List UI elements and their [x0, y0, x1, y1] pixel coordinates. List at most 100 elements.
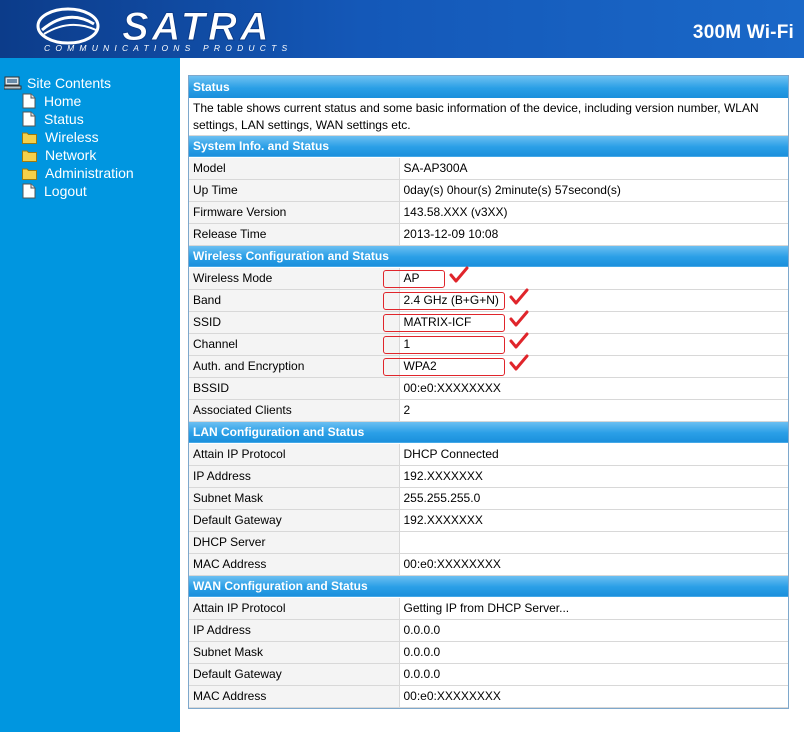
site-contents-label: Site Contents	[27, 75, 112, 91]
row-label: Attain IP Protocol	[189, 443, 400, 466]
section-header-lan: LAN Configuration and Status	[189, 421, 788, 444]
table-row: Auth. and Encryption WPA2	[189, 354, 788, 378]
table-row: Associated Clients 2	[189, 399, 788, 422]
table-row: BSSID 00:e0:XXXXXXXX	[189, 377, 788, 400]
sidebar-item-network[interactable]: Network	[22, 146, 96, 164]
row-value-marked: 2.4 GHz (B+G+N)	[382, 288, 788, 312]
site-contents-root[interactable]: Site Contents	[4, 74, 111, 92]
sidebar-item-home[interactable]: Home	[22, 92, 81, 110]
row-value-marked: 1	[382, 332, 788, 356]
checkmark-icon	[509, 310, 528, 326]
row-value: 0.0.0.0	[399, 619, 788, 642]
sidebar-item-label: Wireless	[45, 129, 99, 145]
section-header-wireless: Wireless Configuration and Status	[189, 245, 788, 268]
checkmark-icon	[509, 288, 528, 304]
table-row: Band 2.4 GHz (B+G+N)	[189, 288, 788, 312]
checkmark-icon	[509, 354, 528, 370]
row-label: Model	[189, 157, 400, 180]
status-description: The table shows current status and some …	[189, 98, 788, 136]
row-label: Firmware Version	[189, 201, 400, 224]
annotation-box	[382, 269, 445, 288]
row-value: DHCP Connected	[399, 443, 788, 466]
row-label: Attain IP Protocol	[189, 597, 400, 620]
sidebar-item-status[interactable]: Status	[22, 110, 84, 128]
row-value-marked: MATRIX-ICF	[382, 310, 788, 334]
row-label: Associated Clients	[189, 399, 400, 422]
table-row: Model SA-AP300A	[189, 157, 788, 180]
sidebar-item-label: Logout	[44, 183, 87, 199]
row-value	[399, 531, 788, 554]
row-label: Default Gateway	[189, 663, 400, 686]
computer-icon	[4, 76, 22, 90]
table-row: Attain IP Protocol Getting IP from DHCP …	[189, 597, 788, 620]
row-value: SA-AP300A	[399, 157, 788, 180]
table-row: Up Time 0day(s) 0hour(s) 2minute(s) 57se…	[189, 179, 788, 202]
section-header-wan: WAN Configuration and Status	[189, 575, 788, 598]
page-icon	[22, 111, 36, 127]
row-label: DHCP Server	[189, 531, 400, 554]
page-icon	[22, 183, 36, 199]
table-row: IP Address 192.XXXXXXX	[189, 465, 788, 488]
folder-icon	[22, 150, 37, 162]
row-value: 0day(s) 0hour(s) 2minute(s) 57second(s)	[399, 179, 788, 202]
row-label: IP Address	[189, 619, 400, 642]
folder-icon	[22, 132, 37, 144]
table-row: Release Time 2013-12-09 10:08	[189, 223, 788, 246]
product-title: 300M Wi-Fi	[692, 22, 794, 43]
satra-logo: SATRA COMMUNICATIONS PRODUCTS	[36, 5, 292, 53]
row-label: Subnet Mask	[189, 641, 400, 664]
table-row: MAC Address 00:e0:XXXXXXXX	[189, 685, 788, 708]
table-row: Subnet Mask 0.0.0.0	[189, 641, 788, 664]
sidebar-item-label: Home	[44, 93, 82, 109]
row-value: 00:e0:XXXXXXXX	[399, 685, 788, 708]
row-value: 2	[399, 399, 788, 422]
row-value: 00:e0:XXXXXXXX	[399, 377, 788, 400]
table-row: Default Gateway 0.0.0.0	[189, 663, 788, 686]
logo-tagline: COMMUNICATIONS PRODUCTS	[44, 43, 292, 53]
annotation-box	[382, 335, 505, 354]
table-row: DHCP Server	[189, 531, 788, 554]
row-label: BSSID	[189, 377, 400, 400]
row-value: 192.XXXXXXX	[399, 509, 788, 532]
sidebar-item-logout[interactable]: Logout	[22, 182, 87, 200]
row-label: Wireless Mode	[189, 267, 400, 290]
row-label: Up Time	[189, 179, 400, 202]
table-row: Attain IP Protocol DHCP Connected	[189, 443, 788, 466]
table-row: Channel 1	[189, 332, 788, 356]
table-row: Firmware Version 143.58.XXX (v3XX)	[189, 201, 788, 224]
row-label: MAC Address	[189, 553, 400, 576]
row-value: 192.XXXXXXX	[399, 465, 788, 488]
row-value: 255.255.255.0	[399, 487, 788, 510]
row-label: Release Time	[189, 223, 400, 246]
row-label: Auth. and Encryption	[189, 355, 400, 378]
row-value: Getting IP from DHCP Server...	[399, 597, 788, 620]
row-label: IP Address	[189, 465, 400, 488]
status-panel: Status The table shows current status an…	[188, 75, 789, 709]
table-row: IP Address 0.0.0.0	[189, 619, 788, 642]
row-value: 143.58.XXX (v3XX)	[399, 201, 788, 224]
row-value-marked: WPA2	[382, 354, 788, 378]
annotation-box	[382, 357, 505, 376]
status-table: Status The table shows current status an…	[189, 76, 788, 708]
checkmark-icon	[509, 332, 528, 348]
sidebar-item-label: Status	[44, 111, 84, 127]
row-value-marked: AP	[382, 266, 788, 290]
row-label: SSID	[189, 311, 400, 334]
table-row: MAC Address 00:e0:XXXXXXXX	[189, 553, 788, 576]
row-value: 00:e0:XXXXXXXX	[399, 553, 788, 576]
row-label: Band	[189, 289, 400, 312]
table-row: Default Gateway 192.XXXXXXX	[189, 509, 788, 532]
annotation-box	[382, 291, 505, 310]
row-label: Subnet Mask	[189, 487, 400, 510]
row-label: MAC Address	[189, 685, 400, 708]
table-row: Wireless Mode AP	[189, 266, 788, 290]
sidebar-item-wireless[interactable]: Wireless	[22, 128, 99, 146]
row-label: Default Gateway	[189, 509, 400, 532]
table-row: SSID MATRIX-ICF	[189, 310, 788, 334]
table-row: Subnet Mask 255.255.255.0	[189, 487, 788, 510]
section-header-status: Status	[189, 76, 788, 99]
header-banner: SATRA COMMUNICATIONS PRODUCTS 300M Wi-Fi	[0, 0, 804, 58]
annotation-box	[382, 313, 505, 332]
sidebar-item-administration[interactable]: Administration	[22, 164, 134, 182]
page-icon	[22, 93, 36, 109]
